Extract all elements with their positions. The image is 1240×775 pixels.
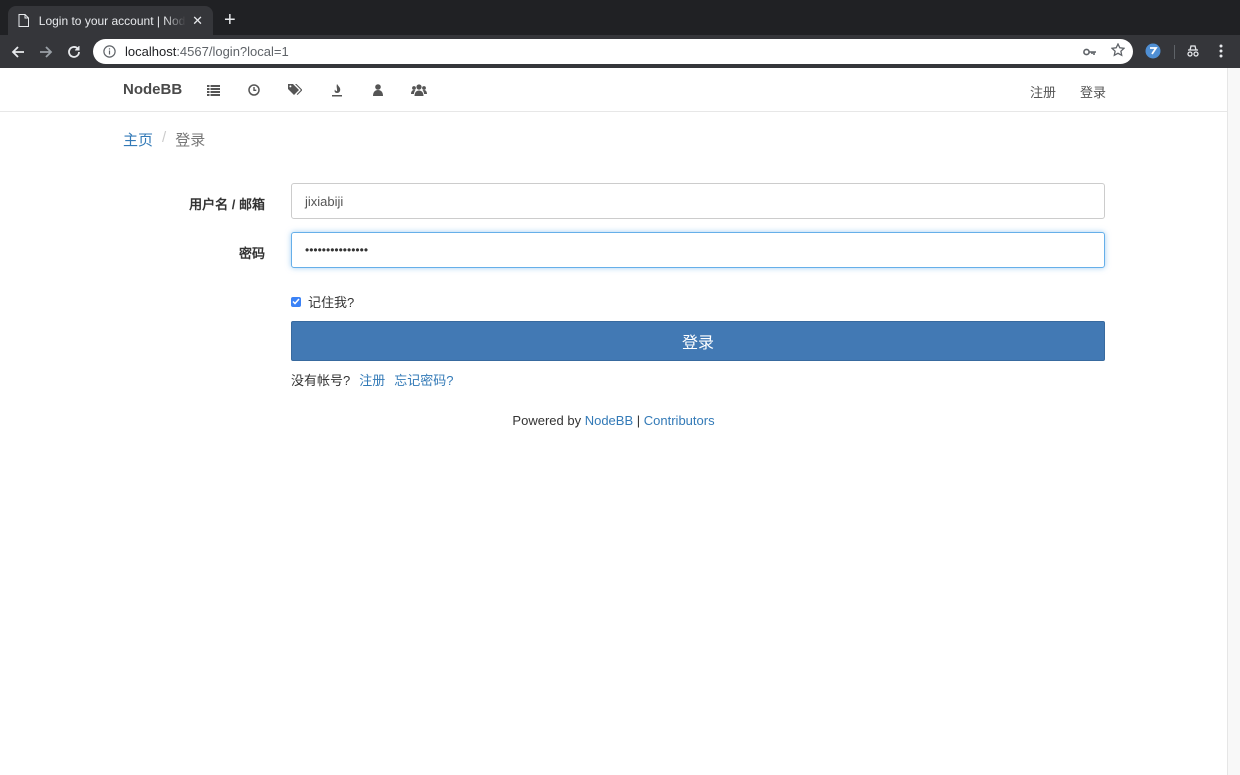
tab-title: Login to your account | NodeBB [38,13,186,28]
info-icon[interactable] [103,44,117,59]
remember-checkbox[interactable] [291,296,301,307]
web-page: NodeBB 注册 登录 主页 / 登录 用户名 / 邮箱 密码 jixiabi [0,68,1227,775]
nav-login-link[interactable]: 登录 [1080,82,1106,101]
key-icon[interactable] [1083,44,1097,62]
back-icon[interactable] [8,42,28,62]
reload-icon[interactable] [64,42,84,62]
no-account-text: 没有帐号? [291,373,351,388]
address-bar[interactable]: localhost:4567/login?local=1 [93,39,1133,64]
tags-icon[interactable] [287,82,303,98]
remember-label[interactable]: 记住我? [308,292,354,311]
extension-icon[interactable] [1144,42,1162,60]
nodebb-link[interactable]: NodeBB [585,413,633,428]
forgot-password-link[interactable]: 忘记密码? [394,370,453,389]
url-host: localhost [125,44,177,59]
password-value: ••••••••••••••• [305,243,369,257]
star-icon[interactable] [1110,42,1126,62]
groups-icon[interactable] [411,82,427,98]
powered-by-text: Powered by [512,413,582,428]
page-icon [18,13,30,28]
username-label: 用户名 / 邮箱 [189,197,265,212]
browser-toolbar: localhost:4567/login?local=1 [0,35,1240,68]
username-value: jixiabiji [305,193,344,209]
close-icon[interactable]: ✕ [192,13,203,29]
browser-tab[interactable]: Login to your account | NodeBB ✕ [8,6,213,35]
login-button[interactable]: 登录 [291,321,1105,361]
nav-register-link[interactable]: 注册 [1030,82,1056,101]
popular-icon[interactable] [329,82,345,98]
menu-icon[interactable] [1212,42,1230,60]
footer-divider: | [636,413,641,428]
scrollbar[interactable] [1227,68,1240,775]
contributors-link[interactable]: Contributors [644,413,715,428]
password-input[interactable]: ••••••••••••••• [291,232,1105,268]
toolbar-separator [1174,45,1175,59]
register-link[interactable]: 注册 [359,370,385,389]
remember-me: 记住我? [291,292,354,311]
url-path: :4567/login?local=1 [176,44,289,59]
password-label: 密码 [238,246,265,261]
username-input[interactable]: jixiabiji [291,183,1105,219]
incognito-icon[interactable] [1184,42,1202,60]
browser-tabstrip: Login to your account | NodeBB ✕ + [0,0,1240,35]
no-account-row: 没有帐号? 注册 忘记密码? [291,370,453,389]
footer: Powered by NodeBB | Contributors [0,413,1227,428]
new-tab-icon[interactable]: + [224,10,236,30]
forward-icon[interactable] [36,42,56,62]
users-icon[interactable] [370,82,386,98]
